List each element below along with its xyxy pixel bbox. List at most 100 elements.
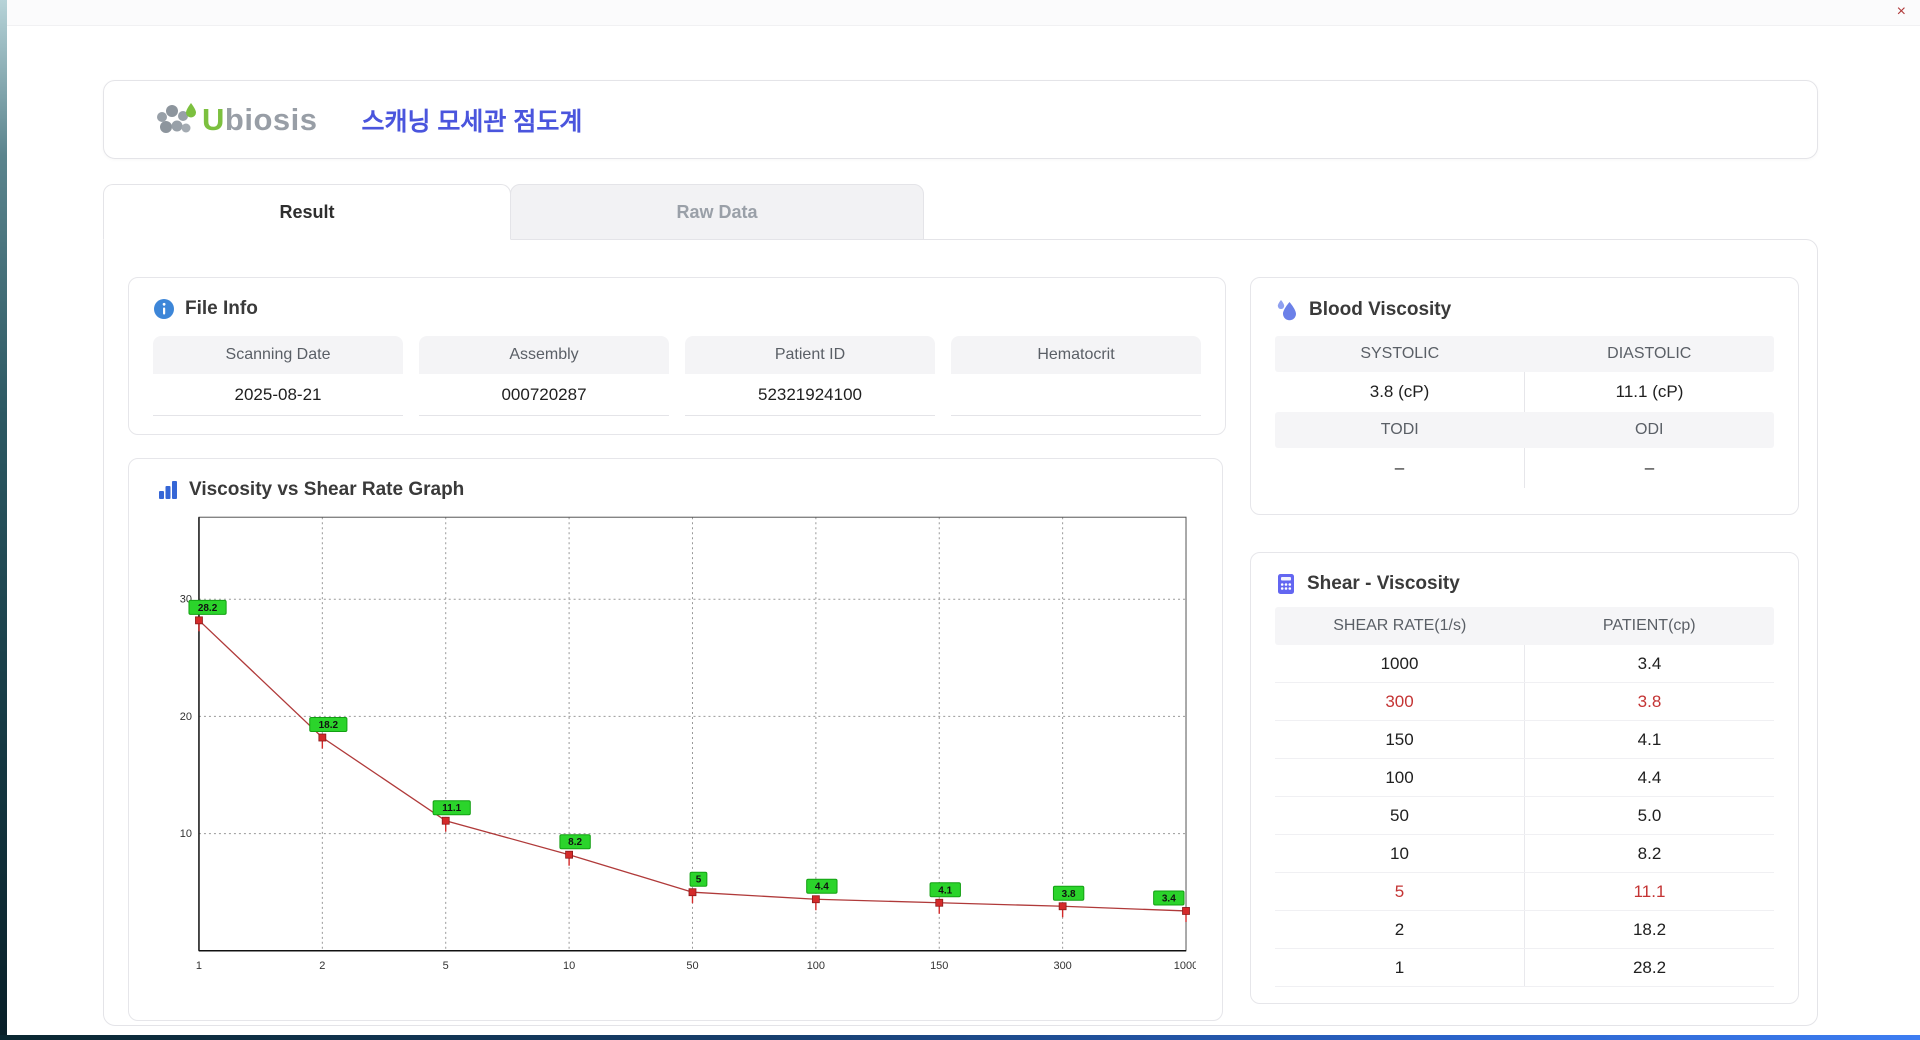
tab-raw-data[interactable]: Raw Data bbox=[510, 184, 924, 240]
calculator-icon bbox=[1278, 574, 1294, 594]
viscosity-graph-card: Viscosity vs Shear Rate Graph 10 20 30 1 2 5 1… bbox=[128, 458, 1223, 1021]
patient-cell: 4.1 bbox=[1637, 729, 1662, 749]
field-label: Assembly bbox=[419, 336, 669, 374]
table-row: 300 3.8 bbox=[1275, 683, 1774, 721]
field-value bbox=[951, 374, 1201, 416]
file-info-card: File Info Scanning Date 2025-08-21 Assem… bbox=[128, 277, 1226, 435]
shear-rate-cell: 1 bbox=[1275, 949, 1525, 986]
file-info-field: Hematocrit bbox=[951, 336, 1201, 416]
svg-text:10: 10 bbox=[180, 828, 192, 840]
shear-rate-cell: 300 bbox=[1275, 683, 1525, 720]
shear-viscosity-card: Shear - Viscosity SHEAR RATE(1/s) PATIEN… bbox=[1250, 552, 1799, 1004]
file-info-title: File Info bbox=[185, 298, 258, 319]
table-row: 2 18.2 bbox=[1275, 911, 1774, 949]
patient-cell: 5.0 bbox=[1637, 805, 1662, 825]
bv-value-row: – – bbox=[1275, 448, 1774, 488]
file-info-field: Scanning Date 2025-08-21 bbox=[153, 336, 403, 416]
bv-header-row: TODI ODI bbox=[1275, 412, 1774, 448]
logo-text: Ubiosis bbox=[202, 102, 317, 138]
logo-rest: biosis bbox=[224, 101, 318, 137]
viscosity-chart: 10 20 30 1 2 5 10 50 100 150 300 1000 28.2 18.2 11.1 8.… bbox=[157, 509, 1196, 979]
svg-text:4.1: 4.1 bbox=[938, 885, 952, 896]
field-value: 2025-08-21 bbox=[153, 374, 403, 416]
app-header: Ubiosis 스캐닝 모세관 점도계 bbox=[103, 80, 1818, 159]
window-edge-left bbox=[0, 0, 7, 1040]
blood-viscosity-card: Blood Viscosity SYSTOLIC DIASTOLIC 3.8 (… bbox=[1250, 277, 1799, 515]
bv-value: – bbox=[1275, 448, 1525, 488]
shear-rate-cell: 1000 bbox=[1275, 645, 1525, 682]
blood-viscosity-grid: SYSTOLIC DIASTOLIC 3.8 (cP) 11.1 (cP) TO… bbox=[1275, 336, 1774, 488]
svg-text:1000: 1000 bbox=[1174, 960, 1196, 972]
svg-text:3.4: 3.4 bbox=[1162, 893, 1176, 904]
field-value: 000720287 bbox=[419, 374, 669, 416]
bv-value: 11.1 (cP) bbox=[1615, 382, 1684, 401]
shear-table-body: 1000 3.4 300 3.8 150 4.1 100 4.4 50 5.0 … bbox=[1275, 645, 1774, 987]
page-title: 스캐닝 모세관 점도계 bbox=[361, 107, 583, 136]
blood-viscosity-title: Blood Viscosity bbox=[1309, 299, 1452, 320]
field-label: Patient ID bbox=[685, 336, 935, 374]
window-edge-bottom bbox=[0, 1035, 1920, 1040]
patient-cell: 28.2 bbox=[1632, 957, 1667, 977]
bv-label: DIASTOLIC bbox=[1607, 345, 1692, 362]
shear-viscosity-title-row: Shear - Viscosity bbox=[1275, 573, 1774, 595]
field-value: 52321924100 bbox=[685, 374, 935, 416]
bv-label: SYSTOLIC bbox=[1360, 345, 1440, 362]
table-row: 150 4.1 bbox=[1275, 721, 1774, 759]
bv-value: 3.8 (cP) bbox=[1275, 372, 1525, 412]
bv-value: – bbox=[1644, 458, 1655, 477]
shear-rate-cell: 5 bbox=[1275, 873, 1525, 910]
table-row: 1000 3.4 bbox=[1275, 645, 1774, 683]
shear-rate-cell: 2 bbox=[1275, 911, 1525, 948]
table-row: 50 5.0 bbox=[1275, 797, 1774, 835]
svg-text:300: 300 bbox=[1053, 960, 1071, 972]
bv-label: ODI bbox=[1635, 421, 1664, 438]
patient-cell: 4.4 bbox=[1637, 767, 1662, 787]
shear-table-header: SHEAR RATE(1/s) PATIENT(cp) bbox=[1275, 607, 1774, 645]
field-label: Scanning Date bbox=[153, 336, 403, 374]
tab-result[interactable]: Result bbox=[103, 184, 511, 240]
logo-cluster-icon bbox=[157, 102, 196, 133]
shear-rate-cell: 100 bbox=[1275, 759, 1525, 796]
svg-text:50: 50 bbox=[686, 960, 698, 972]
svg-text:20: 20 bbox=[180, 711, 192, 723]
table-row: 5 11.1 bbox=[1275, 873, 1774, 911]
svg-text:5: 5 bbox=[696, 875, 702, 886]
shear-rate-column-header: SHEAR RATE(1/s) bbox=[1333, 617, 1467, 634]
svg-text:28.2: 28.2 bbox=[198, 603, 218, 614]
patient-cell: 18.2 bbox=[1632, 919, 1667, 939]
logo-letter-u: U bbox=[202, 101, 225, 137]
graph-title-row: Viscosity vs Shear Rate Graph bbox=[157, 479, 1194, 501]
window-titlebar: × bbox=[0, 0, 1920, 26]
shear-viscosity-title: Shear - Viscosity bbox=[1307, 573, 1460, 594]
svg-text:4.4: 4.4 bbox=[815, 882, 829, 893]
bar-chart-icon bbox=[159, 481, 177, 499]
bv-label: TODI bbox=[1380, 421, 1419, 438]
svg-text:150: 150 bbox=[930, 960, 948, 972]
table-row: 100 4.4 bbox=[1275, 759, 1774, 797]
field-label: Hematocrit bbox=[951, 336, 1201, 374]
table-row: 10 8.2 bbox=[1275, 835, 1774, 873]
bv-value-row: 3.8 (cP) 11.1 (cP) bbox=[1275, 372, 1774, 412]
file-info-field: Assembly 000720287 bbox=[419, 336, 669, 416]
svg-text:3.8: 3.8 bbox=[1062, 889, 1076, 900]
svg-text:10: 10 bbox=[563, 960, 575, 972]
shear-rate-cell: 10 bbox=[1275, 835, 1525, 872]
svg-text:18.2: 18.2 bbox=[319, 720, 339, 731]
shear-rate-cell: 50 bbox=[1275, 797, 1525, 834]
patient-cell: 8.2 bbox=[1637, 843, 1662, 863]
patient-cell: 3.4 bbox=[1637, 653, 1662, 673]
patient-cell: 11.1 bbox=[1633, 881, 1666, 901]
svg-text:1: 1 bbox=[196, 960, 202, 972]
patient-column-header: PATIENT(cp) bbox=[1602, 617, 1696, 634]
svg-text:8.2: 8.2 bbox=[568, 837, 582, 848]
ubiosis-logo: Ubiosis bbox=[152, 101, 317, 139]
table-row: 1 28.2 bbox=[1275, 949, 1774, 987]
file-info-fields: Scanning Date 2025-08-21 Assembly 000720… bbox=[153, 336, 1201, 416]
graph-title: Viscosity vs Shear Rate Graph bbox=[189, 479, 465, 500]
svg-text:5: 5 bbox=[443, 960, 449, 972]
shear-viscosity-table: SHEAR RATE(1/s) PATIENT(cp) 1000 3.4 300… bbox=[1275, 607, 1774, 987]
info-icon bbox=[154, 299, 174, 319]
file-info-field: Patient ID 52321924100 bbox=[685, 336, 935, 416]
close-icon[interactable]: × bbox=[1897, 2, 1906, 22]
patient-cell: 3.8 bbox=[1637, 691, 1662, 711]
